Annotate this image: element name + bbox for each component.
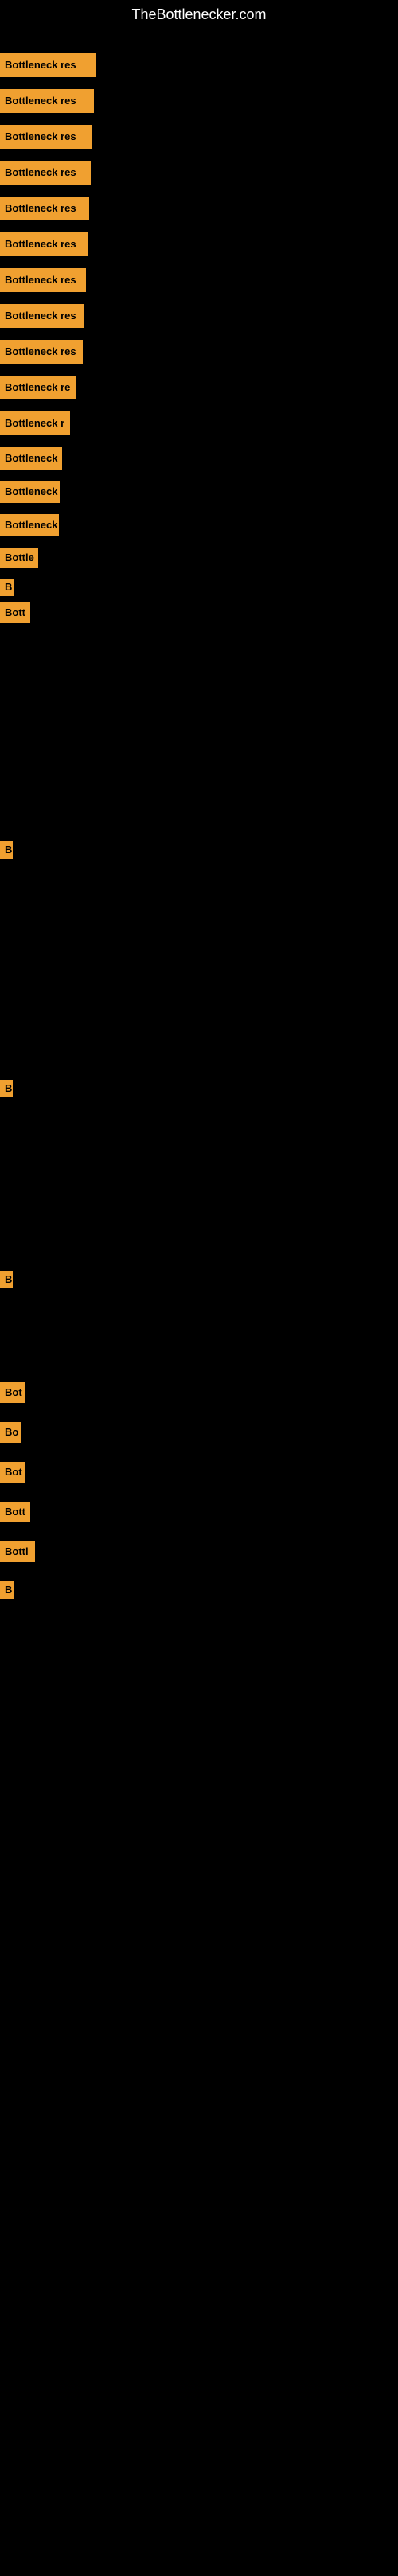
bottleneck-item-26[interactable]: B xyxy=(0,1581,14,1599)
site-title: TheBottlenecker.com xyxy=(0,0,398,29)
bottleneck-item-11[interactable]: Bottleneck r xyxy=(0,411,70,435)
bottleneck-item-17[interactable]: Bott xyxy=(0,602,30,623)
bottleneck-item-5[interactable]: Bottleneck res xyxy=(0,197,89,220)
bottleneck-item-14[interactable]: Bottleneck xyxy=(0,514,59,536)
bottleneck-item-25[interactable]: Bottl xyxy=(0,1541,35,1562)
bottleneck-item-6[interactable]: Bottleneck res xyxy=(0,232,88,256)
bottleneck-item-23[interactable]: Bot xyxy=(0,1462,25,1483)
bottleneck-item-4[interactable]: Bottleneck res xyxy=(0,161,91,185)
bottleneck-item-10[interactable]: Bottleneck re xyxy=(0,376,76,399)
bottleneck-item-24[interactable]: Bott xyxy=(0,1502,30,1522)
bottleneck-item-7[interactable]: Bottleneck res xyxy=(0,268,86,292)
bottleneck-item-1[interactable]: Bottleneck res xyxy=(0,53,96,77)
bottleneck-item-9[interactable]: Bottleneck res xyxy=(0,340,83,364)
bottleneck-item-19[interactable]: B xyxy=(0,1080,13,1097)
bottleneck-item-12[interactable]: Bottleneck xyxy=(0,447,62,470)
bottleneck-item-16[interactable]: B xyxy=(0,579,14,596)
bottleneck-item-20[interactable]: B xyxy=(0,1271,13,1288)
bottleneck-item-8[interactable]: Bottleneck res xyxy=(0,304,84,328)
bottleneck-item-13[interactable]: Bottleneck xyxy=(0,481,60,503)
bottleneck-item-15[interactable]: Bottle xyxy=(0,548,38,568)
bottleneck-item-18[interactable]: B xyxy=(0,841,13,859)
bottleneck-item-3[interactable]: Bottleneck res xyxy=(0,125,92,149)
bottleneck-item-2[interactable]: Bottleneck res xyxy=(0,89,94,113)
bottleneck-item-21[interactable]: Bot xyxy=(0,1382,25,1403)
bottleneck-item-22[interactable]: Bo xyxy=(0,1422,21,1443)
